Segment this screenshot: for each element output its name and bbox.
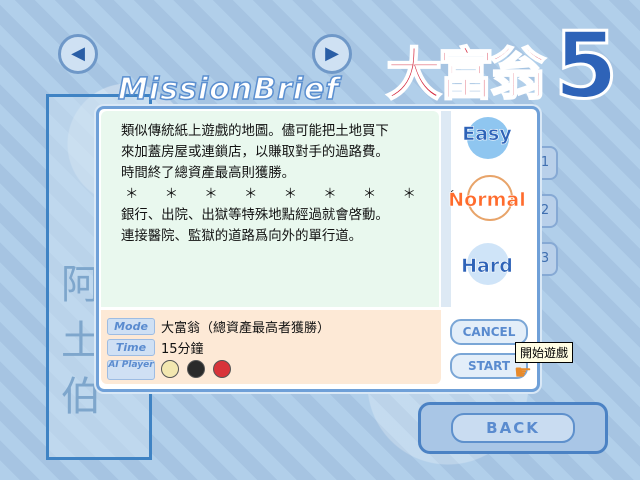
- logo-title-cn: 大富翁: [385, 41, 547, 109]
- difficulty-normal-label: Normal: [448, 189, 526, 212]
- ai-player-label: AI Player: [107, 360, 155, 380]
- brief-line: 時間終了總資產最高則獲勝。: [121, 166, 296, 181]
- time-value: 15分鐘: [161, 342, 204, 357]
- character-name-vertical: 阿土伯: [61, 262, 101, 420]
- prev-arrow-button[interactable]: ◀: [58, 34, 98, 74]
- difficulty-easy-label: Easy: [462, 123, 512, 146]
- ai-avatar-3-icon: [213, 360, 232, 378]
- mission-brief-title: MissionBrief: [117, 71, 340, 108]
- ai-avatar-2-icon: [187, 360, 206, 378]
- cancel-label: CANCEL: [462, 325, 516, 339]
- mission-brief-text: 類似傳統紙上遊戲的地圖。儘可能把土地買下 來加蓋房屋或連鎖店，以賺取對手的過路費…: [101, 111, 507, 307]
- difficulty-easy-button[interactable]: Easy: [445, 117, 529, 159]
- hand-cursor-icon: ☛: [514, 360, 532, 384]
- next-arrow-button[interactable]: ▶: [312, 34, 352, 74]
- mission-panel: 類似傳統紙上遊戲的地圖。儘可能把土地買下 來加蓋房屋或連鎖店，以賺取對手的過路費…: [96, 106, 540, 392]
- start-label: START: [467, 359, 511, 373]
- brief-divider: ＊ ＊ ＊ ＊ ＊ ＊ ＊ ＊ ＊ ＊: [125, 187, 507, 202]
- game-logo: 大富翁 5: [382, 11, 632, 121]
- ai-avatar-1-icon: [161, 360, 179, 378]
- left-arrow-icon: ◀: [71, 43, 85, 64]
- brief-line: 銀行、出院、出獄等特殊地點經過就會啓動。: [121, 208, 389, 223]
- right-arrow-icon: ▶: [325, 43, 339, 64]
- start-tooltip: 開始遊戲: [515, 342, 574, 363]
- difficulty-hard-label: Hard: [461, 255, 513, 278]
- logo-title-number: 5: [552, 11, 619, 121]
- game-settings-info: Mode 大富翁（總資產最高者獲勝） Time 15分鐘 AI Player: [101, 310, 441, 384]
- mode-value: 大富翁（總資產最高者獲勝）: [161, 321, 331, 336]
- map-tab-label: 2: [540, 203, 550, 218]
- difficulty-hard-button[interactable]: Hard: [445, 243, 529, 285]
- time-label: Time: [107, 339, 155, 356]
- back-label: BACK: [451, 413, 575, 443]
- map-tab-label: 1: [540, 155, 550, 170]
- ai-player-avatars: [161, 360, 235, 378]
- back-button[interactable]: BACK: [418, 402, 608, 454]
- brief-line: 連接醫院、監獄的道路爲向外的單行道。: [121, 229, 363, 244]
- map-tab-label: 3: [540, 251, 550, 266]
- brief-line: 來加蓋房屋或連鎖店，以賺取對手的過路費。: [121, 145, 389, 160]
- difficulty-normal-button[interactable]: Normal: [445, 175, 529, 221]
- brief-line: 類似傳統紙上遊戲的地圖。儘可能把土地買下: [121, 124, 389, 139]
- mode-label: Mode: [107, 318, 155, 335]
